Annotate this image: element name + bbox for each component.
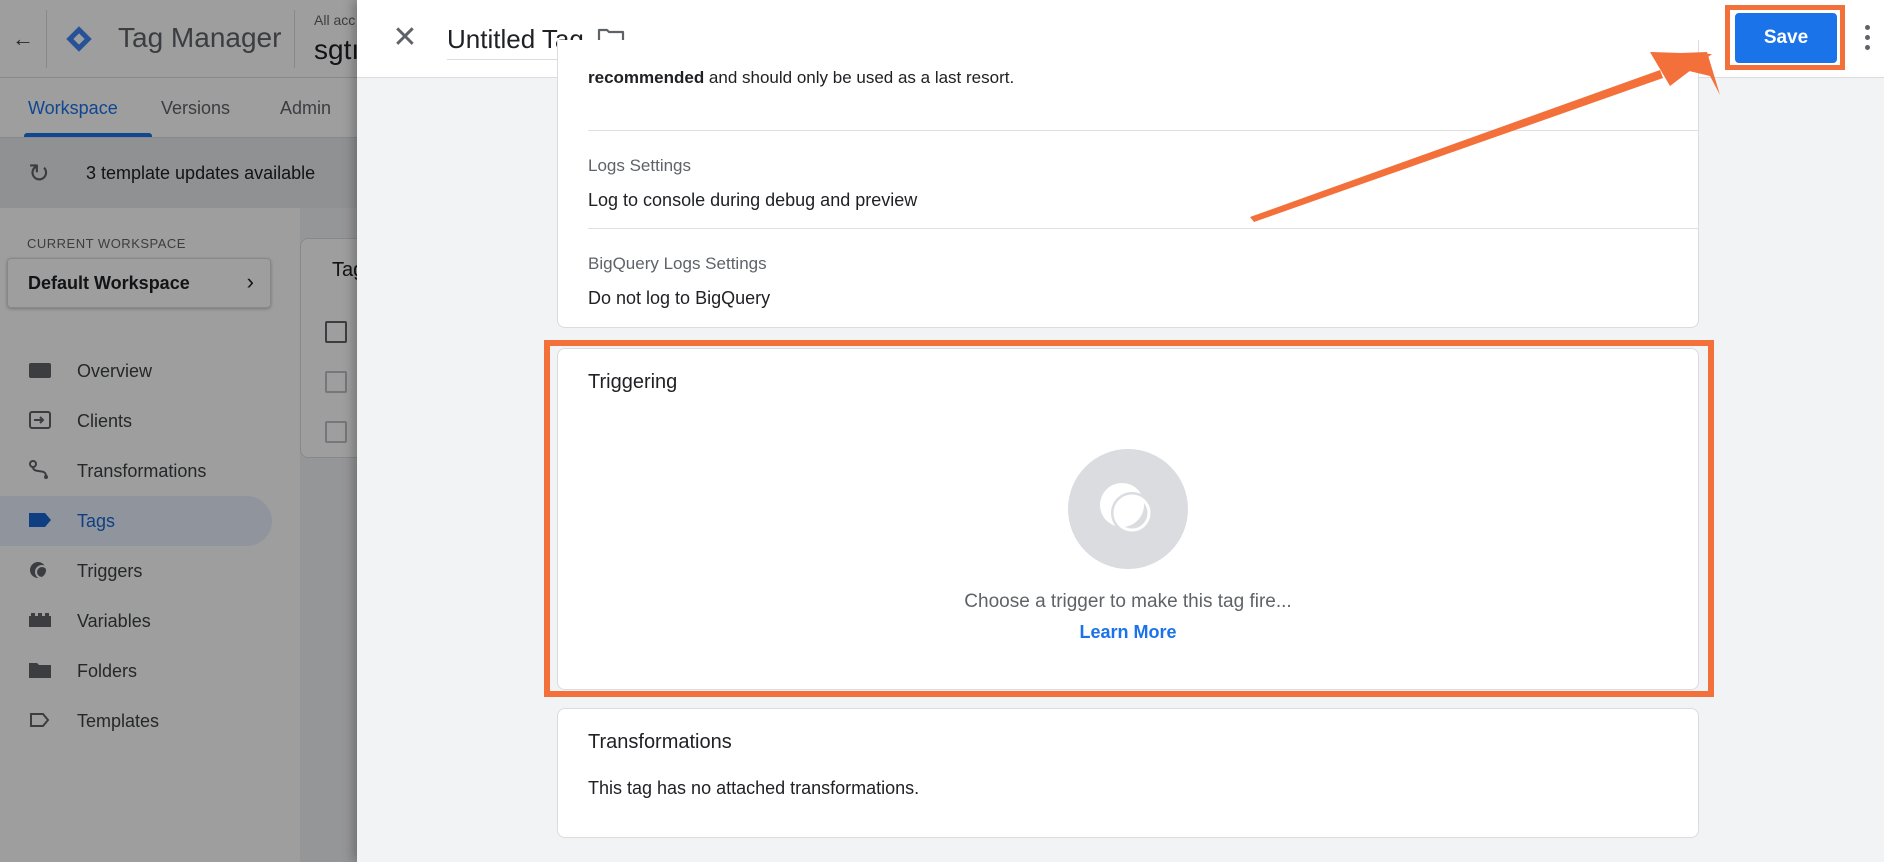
triggers-icon xyxy=(1100,483,1153,534)
triggering-title: Triggering xyxy=(588,371,678,393)
tag-configuration-card: recommended and should only be used as a… xyxy=(557,40,1699,328)
recommended-bold: recommended xyxy=(588,68,705,87)
add-trigger-button[interactable] xyxy=(1068,449,1188,569)
logs-settings-value: Log to console during debug and preview xyxy=(588,190,918,210)
transformations-empty-text: This tag has no attached transformations… xyxy=(588,778,920,798)
recommended-rest: and should only be used as a last resort… xyxy=(704,68,1015,87)
divider xyxy=(588,228,1698,229)
transformations-title: Transformations xyxy=(588,731,732,753)
tag-editor-panel: ✕ Untitled Tag Save recommended and shou… xyxy=(357,0,1884,862)
divider xyxy=(588,130,1698,131)
recommendation-note: recommended and should only be used as a… xyxy=(588,68,1014,88)
triggering-empty-text: Choose a trigger to make this tag fire..… xyxy=(964,591,1292,612)
triggering-card[interactable]: Triggering Choose a trigger to make this… xyxy=(557,348,1699,690)
bigquery-logs-label: BigQuery Logs Settings xyxy=(588,254,767,273)
close-icon[interactable]: ✕ xyxy=(387,20,423,56)
logs-settings-label: Logs Settings xyxy=(588,156,692,175)
transformations-card: Transformations This tag has no attached… xyxy=(557,708,1699,838)
learn-more-link[interactable]: Learn More xyxy=(558,622,1698,643)
save-button[interactable]: Save xyxy=(1735,13,1837,63)
bigquery-logs-value: Do not log to BigQuery xyxy=(588,288,771,308)
more-vert-icon[interactable] xyxy=(1857,22,1877,54)
